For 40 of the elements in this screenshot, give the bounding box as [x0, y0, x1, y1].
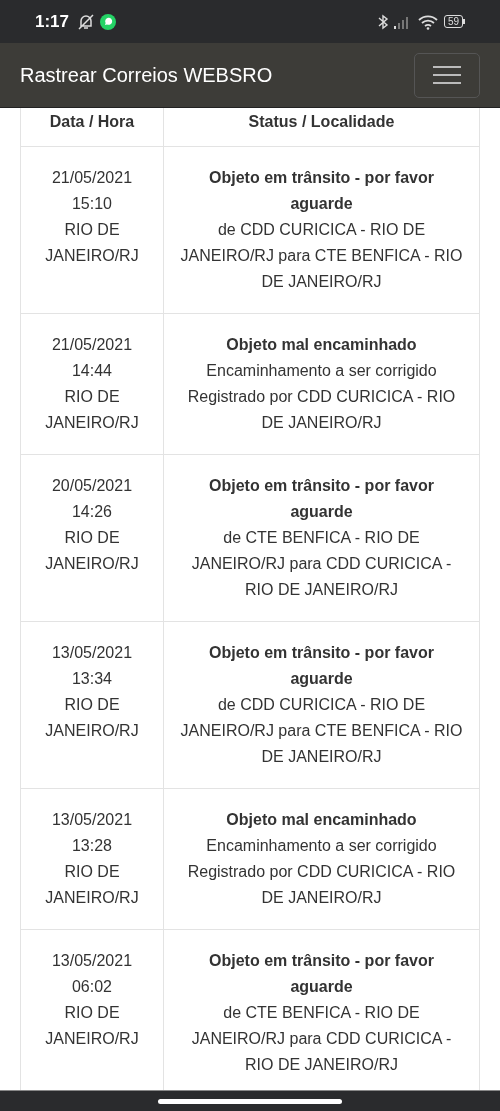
status-detail: de CDD CURICICA - RIO DE JANEIRO/RJ para CTE BENFICA - RIO DE JANEIRO/RJ: [180, 695, 463, 767]
time-text: 13:28: [71, 836, 112, 856]
time-text: 15:10: [71, 194, 112, 214]
date-text: 20/05/2021: [51, 476, 133, 496]
time-text: 13:34: [71, 669, 112, 689]
clock-time: 1:17: [35, 10, 70, 33]
status-detail: de CTE BENFICA - RIO DE JANEIRO/RJ para CDD CURICICA - RIO DE JANEIRO/RJ: [190, 1003, 453, 1075]
home-indicator[interactable]: [158, 1098, 342, 1104]
location-text: RIO DE JANEIRO/RJ: [44, 387, 140, 433]
wifi-icon: [417, 13, 438, 30]
location-text: RIO DE JANEIRO/RJ: [44, 528, 140, 574]
location-text: RIO DE JANEIRO/RJ: [44, 862, 140, 908]
location-text: RIO DE JANEIRO/RJ: [44, 695, 140, 741]
status-detail: Registrado por CDD CURICICA - RIO DE JANEIRO/RJ: [186, 862, 457, 908]
battery-icon: 59: [443, 15, 465, 28]
menu-icon: [433, 65, 461, 85]
status-detail: Encaminhamento a ser corrigido: [206, 361, 437, 381]
status-detail: Encaminhamento a ser corrigido: [206, 836, 437, 856]
time-text: 14:26: [71, 502, 112, 522]
status-title: Objeto mal encaminhado: [226, 335, 417, 355]
location-text: RIO DE JANEIRO/RJ: [44, 1003, 140, 1049]
date-text: 13/05/2021: [51, 810, 133, 830]
location-text: RIO DE JANEIRO/RJ: [44, 220, 140, 266]
column-header: Data / Hora: [49, 112, 135, 132]
status-title: Objeto mal encaminhado: [226, 810, 417, 830]
status-detail: de CDD CURICICA - RIO DE JANEIRO/RJ para CTE BENFICA - RIO DE JANEIRO/RJ: [180, 220, 463, 292]
date-text: 13/05/2021: [51, 951, 133, 971]
menu-button[interactable]: [414, 52, 480, 98]
status-detail: de CTE BENFICA - RIO DE JANEIRO/RJ para CDD CURICICA - RIO DE JANEIRO/RJ: [190, 528, 453, 600]
time-text: 14:44: [71, 361, 112, 381]
time-text: 06:02: [71, 977, 112, 997]
date-text: 21/05/2021: [51, 335, 133, 355]
app-title: Rastrear Correios WEBSRO: [20, 63, 273, 88]
date-text: 21/05/2021: [51, 168, 133, 188]
bell-off-icon: [77, 12, 96, 31]
bluetooth-icon: [376, 13, 389, 30]
status-detail: Registrado por CDD CURICICA - RIO DE JANEIRO/RJ: [186, 387, 457, 433]
column-header: Status / Localidade: [248, 112, 395, 132]
date-text: 13/05/2021: [51, 643, 133, 663]
chat-app-icon: [100, 13, 117, 30]
